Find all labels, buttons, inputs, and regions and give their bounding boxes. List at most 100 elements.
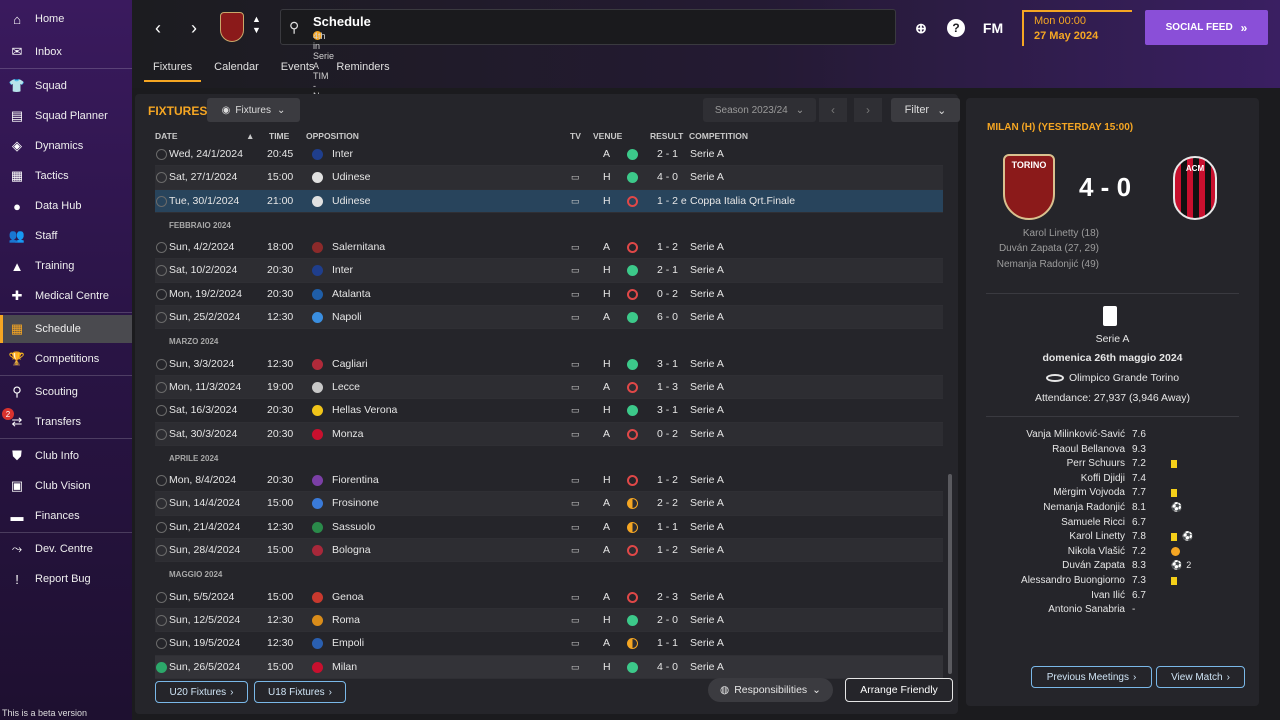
fixture-competition[interactable]: Serie A <box>690 264 724 276</box>
fixture-opponent[interactable]: Frosinone <box>332 497 379 509</box>
fixture-result[interactable]: 2 - 2 <box>657 497 678 509</box>
tab-calendar[interactable]: Calendar <box>205 56 268 82</box>
fixture-competition[interactable]: Serie A <box>690 661 724 673</box>
fixture-opponent[interactable]: Udinese <box>332 171 371 183</box>
player-rating-row[interactable]: Koffi Djidji 7.4 <box>966 473 1259 488</box>
fixture-opponent[interactable]: Hellas Verona <box>332 404 397 416</box>
fixture-result[interactable]: 6 - 0 <box>657 311 678 323</box>
opponent-crest-icon[interactable] <box>312 405 323 417</box>
fixture-opponent[interactable]: Genoa <box>332 591 364 603</box>
fixture-competition[interactable]: Coppa Italia Qrt.Finale <box>690 195 795 207</box>
opponent-crest-icon[interactable] <box>312 521 323 533</box>
fixture-opponent[interactable]: Udinese <box>332 195 371 207</box>
col-competition[interactable]: COMPETITION <box>689 131 748 141</box>
fixture-row[interactable]: Sat, 10/2/2024 20:30 Inter ▭ H 2 - 1 Serie A <box>155 259 943 283</box>
sidebar-item-home[interactable]: ⌂ Home <box>0 5 132 33</box>
help-button[interactable]: ? <box>945 17 967 39</box>
opponent-crest-icon[interactable] <box>312 312 323 324</box>
sidebar-item-inbox[interactable]: ✉ Inbox <box>0 38 132 66</box>
sidebar-item-transfers[interactable]: ⇄ Transfers <box>0 408 132 436</box>
fixture-result[interactable]: 1 - 2 <box>657 474 678 486</box>
fixture-row[interactable]: Mon, 8/4/2024 20:30 Fiorentina ▭ H 1 - 2 Serie… <box>155 469 943 493</box>
sidebar-item-dev-centre[interactable]: ⤳ Dev. Centre <box>0 535 132 563</box>
opponent-crest-icon[interactable] <box>312 638 323 650</box>
responsibilities-button[interactable]: ◍ Responsibilities ⌄ <box>708 678 833 702</box>
col-opposition[interactable]: OPPOSITION <box>306 131 359 141</box>
sidebar-item-squad-planner[interactable]: ▤ Squad Planner <box>0 102 132 130</box>
fixture-result[interactable]: 1 - 2 <box>657 241 678 253</box>
sidebar-item-club-vision[interactable]: ▣ Club Vision <box>0 472 132 500</box>
opponent-crest-icon[interactable] <box>312 498 323 510</box>
player-name[interactable]: Antonio Sanabria <box>1048 604 1125 615</box>
sidebar-item-competitions[interactable]: 🏆 Competitions <box>0 345 132 373</box>
fixture-result[interactable]: 3 - 1 <box>657 358 678 370</box>
fixture-opponent[interactable]: Empoli <box>332 637 364 649</box>
fixture-opponent[interactable]: Atalanta <box>332 288 371 300</box>
sidebar-item-medical-centre[interactable]: ✚ Medical Centre <box>0 282 132 310</box>
scrollbar[interactable] <box>948 474 952 674</box>
match-stadium[interactable]: Olimpico Grande Torino <box>966 372 1259 384</box>
col-time[interactable]: TIME <box>269 131 289 141</box>
arrange-friendly-button[interactable]: Arrange Friendly <box>845 678 953 702</box>
opponent-crest-icon[interactable] <box>312 265 323 277</box>
filter-dropdown[interactable]: Filter ⌄ <box>891 98 960 122</box>
fixture-competition[interactable]: Serie A <box>690 288 724 300</box>
player-rating-row[interactable]: Vanja Milinković-Savić 7.6 <box>966 429 1259 444</box>
fixture-opponent[interactable]: Inter <box>332 148 353 160</box>
fixture-competition[interactable]: Serie A <box>690 358 724 370</box>
fixture-result[interactable]: 1 - 1 <box>657 521 678 533</box>
fixture-row[interactable]: Sun, 21/4/2024 12:30 Sassuolo ▭ A 1 - 1 Serie … <box>155 516 943 540</box>
fixture-result[interactable]: 3 - 1 <box>657 404 678 416</box>
fixture-result[interactable]: 1 - 2 e <box>657 195 687 207</box>
fixture-result[interactable]: 4 - 0 <box>657 171 678 183</box>
opponent-crest-icon[interactable] <box>312 614 323 626</box>
next-season-button[interactable]: › <box>854 98 882 122</box>
player-name[interactable]: Samuele Ricci <box>1061 517 1125 528</box>
player-rating-row[interactable]: Samuele Ricci 6.7 <box>966 517 1259 532</box>
fixture-row[interactable]: Tue, 30/1/2024 21:00 Udinese ▭ H 1 - 2 e Coppa… <box>155 189 943 213</box>
fixture-row[interactable]: Wed, 24/1/2024 20:45 Inter A 2 - 1 Serie A <box>155 143 943 167</box>
fixture-row[interactable]: Sun, 5/5/2024 15:00 Genoa ▭ A 2 - 3 Serie A <box>155 586 943 609</box>
sidebar-item-tactics[interactable]: ▦ Tactics <box>0 162 132 190</box>
fixture-row[interactable]: Sat, 16/3/2024 20:30 Hellas Verona ▭ H 3 - 1 S… <box>155 399 943 423</box>
fixture-row[interactable]: Sun, 4/2/2024 18:00 Salernitana ▭ A 1 - 2 Seri… <box>155 236 943 260</box>
fixture-result[interactable]: 2 - 1 <box>657 148 678 160</box>
player-name[interactable]: Karol Linetty <box>1069 531 1125 542</box>
fixture-row[interactable]: Sat, 30/3/2024 20:30 Monza ▭ A 0 - 2 Serie A <box>155 422 943 446</box>
fixture-opponent[interactable]: Napoli <box>332 311 362 323</box>
club-crest-icon[interactable] <box>220 12 244 42</box>
fixture-competition[interactable]: Serie A <box>690 614 724 626</box>
opponent-crest-icon[interactable] <box>312 428 323 440</box>
season-dropdown[interactable]: Season 2023/24 ⌄ <box>703 98 816 122</box>
fixture-row[interactable]: Sun, 14/4/2024 15:00 Frosinone ▭ A 2 - 2 Serie… <box>155 492 943 516</box>
fixture-competition[interactable]: Serie A <box>690 521 724 533</box>
fixture-competition[interactable]: Serie A <box>690 148 724 160</box>
fixture-opponent[interactable]: Inter <box>332 264 353 276</box>
opponent-crest-icon[interactable] <box>312 172 323 184</box>
opponent-crest-icon[interactable] <box>312 381 323 393</box>
fixture-competition[interactable]: Serie A <box>690 311 724 323</box>
back-arrow-icon[interactable]: ‹ <box>144 14 172 42</box>
sidebar-item-schedule[interactable]: ▦ Schedule <box>0 315 132 343</box>
player-rating-row[interactable]: Antonio Sanabria - <box>966 604 1259 619</box>
sidebar-item-data-hub[interactable]: ● Data Hub <box>0 192 132 220</box>
fixture-opponent[interactable]: Fiorentina <box>332 474 379 486</box>
player-name[interactable]: Vanja Milinković-Savić <box>1026 429 1125 440</box>
fixture-row[interactable]: Sat, 27/1/2024 15:00 Udinese ▭ H 4 - 0 Serie A <box>155 166 943 190</box>
fixture-competition[interactable]: Serie A <box>690 381 724 393</box>
player-rating-row[interactable]: Raoul Bellanova 9.3 <box>966 444 1259 459</box>
fixture-competition[interactable]: Serie A <box>690 544 724 556</box>
opponent-crest-icon[interactable] <box>312 242 323 254</box>
player-name[interactable]: Ivan Ilić <box>1091 590 1125 601</box>
player-name[interactable]: Alessandro Buongiorno <box>1021 575 1125 586</box>
tab-events[interactable]: Events <box>272 56 324 82</box>
sidebar-item-staff[interactable]: 👥 Staff <box>0 222 132 250</box>
fixture-row[interactable]: Mon, 11/3/2024 19:00 Lecce ▭ A 1 - 3 Serie A <box>155 375 943 400</box>
player-name[interactable]: Koffi Djidji <box>1081 473 1125 484</box>
fixture-opponent[interactable]: Monza <box>332 428 364 440</box>
sidebar-item-club-info[interactable]: ⛊ Club Info <box>0 442 132 470</box>
sidebar-item-dynamics[interactable]: ◈ Dynamics <box>0 132 132 160</box>
fixture-row[interactable]: Sun, 28/4/2024 15:00 Bologna ▭ A 1 - 2 Serie A <box>155 539 943 563</box>
player-rating-row[interactable]: Mërgim Vojvoda 7.7 <box>966 487 1259 502</box>
fixture-result[interactable]: 2 - 3 <box>657 591 678 603</box>
